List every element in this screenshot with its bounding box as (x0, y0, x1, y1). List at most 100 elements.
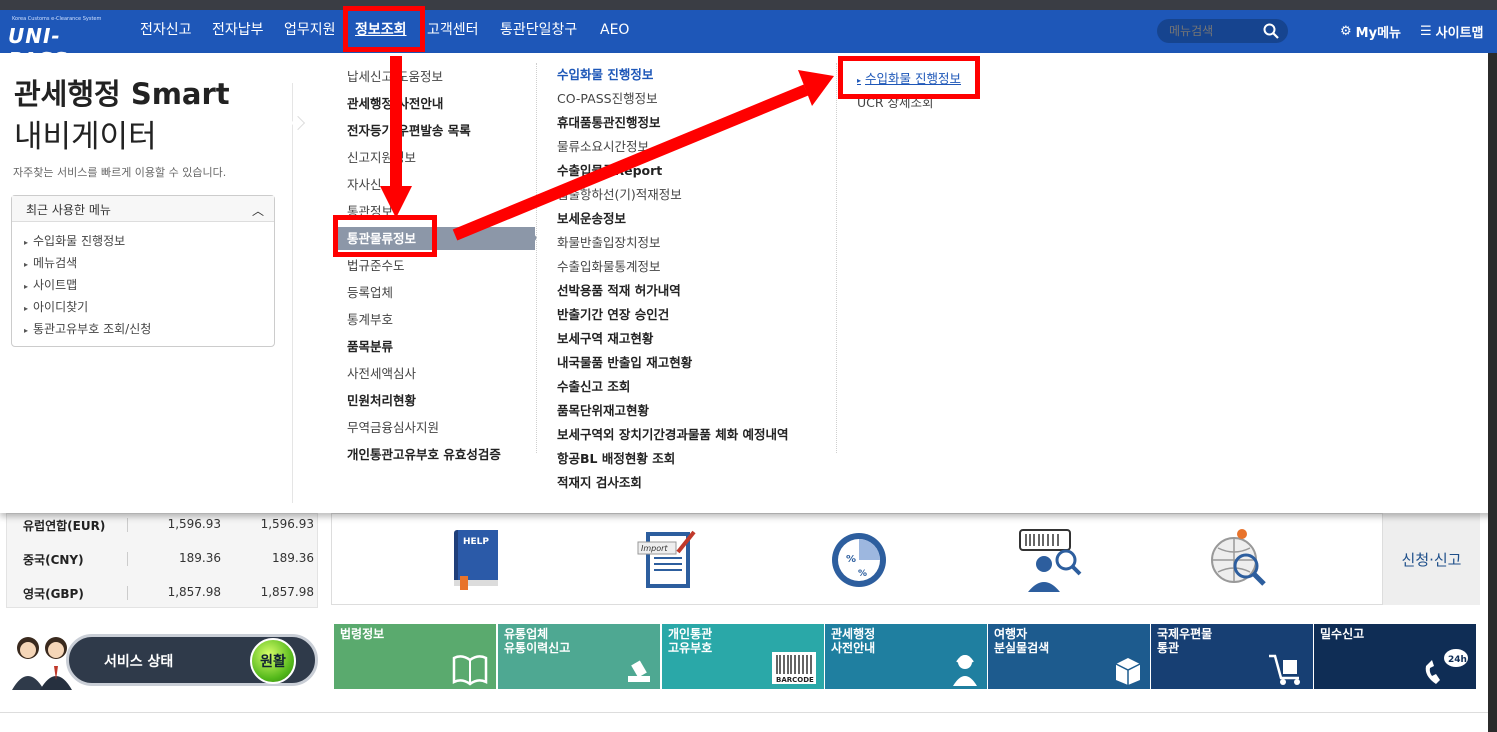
service-status-label: 서비스 상태 (104, 654, 174, 670)
my-menu-label: My메뉴 (1355, 26, 1401, 41)
gnb-e-declaration[interactable]: 전자신고 (140, 10, 192, 53)
quick-tile[interactable]: 관세행정 사전안내 (825, 624, 987, 689)
my-menu-button[interactable]: ⚙ My메뉴 (1340, 22, 1401, 41)
menu-item[interactable]: 통계부호 (347, 306, 501, 333)
submenu-item[interactable]: 반출기간 연장 승인건 (557, 303, 789, 327)
submenu-item[interactable]: 수입화물 진행정보 (557, 63, 789, 87)
svg-text:%: % (846, 554, 856, 565)
menu-item[interactable]: 전자등기 우편발송 목록 (347, 117, 501, 144)
gnb-customer-center[interactable]: 고객센터 (427, 10, 479, 53)
service-status-widget: 서비스 상태 원활 (6, 628, 318, 692)
navigator-title-bold: 관세행정 Smart (14, 77, 230, 111)
help-book-icon[interactable]: HELP (442, 522, 516, 596)
browser-top-strip (0, 0, 1497, 10)
currency-name: 영국(GBP) (23, 587, 84, 601)
gnb-business-support[interactable]: 업무지원 (284, 10, 336, 53)
table-row: 중국(CNY) 189.36 189.36 (7, 544, 319, 574)
rate-value: 189.36 (272, 551, 314, 565)
mega-dropdown-menu: 관세행정 Smart 내비게이터 자주찾는 서비스를 빠르게 이용할 수 있습니… (0, 53, 1497, 513)
recent-menu-box: 최근 사용한 메뉴 ︿ 수입화물 진행정보 메뉴검색 사이트맵 아이디찾기 통관… (11, 195, 275, 347)
quick-tile-label: 유통업체 유통이력신고 (504, 627, 571, 655)
recent-menu-item[interactable]: 수입화물 진행정보 (24, 230, 274, 252)
quick-tile-label: 국제우편물 통관 (1157, 627, 1213, 655)
gnb-aeo[interactable]: AEO (600, 10, 629, 53)
submenu-item[interactable]: 화물반출입장치정보 (557, 231, 789, 255)
recent-menu-title: 최근 사용한 메뉴 (26, 203, 111, 217)
submenu-item[interactable]: CO-PASS진행정보 (557, 87, 789, 111)
hamburger-icon: ☰ (1420, 24, 1432, 39)
submenu-item[interactable]: 휴대품통관진행정보 (557, 111, 789, 135)
submenu-item[interactable]: 보세운송정보 (557, 207, 789, 231)
quick-tile-label: 법령정보 (340, 627, 385, 641)
customs-officers-icon (12, 637, 72, 690)
rate-value: 1,857.98 (167, 585, 221, 599)
gnb-e-payment[interactable]: 전자납부 (212, 10, 264, 53)
logo-subtitle: Korea Customs e-Clearance System (12, 16, 102, 22)
submenu-item[interactable]: 보세구역 재고현황 (557, 327, 789, 351)
rate-value: 189.36 (179, 551, 221, 565)
svg-text:BARCODE: BARCODE (776, 676, 814, 684)
annotation-box (333, 215, 437, 257)
menu-column-2: 수입화물 진행정보 CO-PASS진행정보 휴대품통관진행정보 물류소요시간정보 수출입… (557, 63, 789, 495)
submenu-item[interactable]: 수출신고 조회 (557, 375, 789, 399)
annotation-box (343, 6, 425, 52)
submenu-item[interactable]: 수출입물류Report (557, 159, 789, 183)
percent-tax-icon[interactable]: % % (822, 522, 896, 596)
menu-item[interactable]: 품목분류 (347, 333, 501, 360)
barcode-search-person-icon[interactable] (1012, 522, 1086, 596)
submenu-item[interactable]: 물류소요시간정보 (557, 135, 789, 159)
submenu-item[interactable]: 내국물품 반출입 재고현황 (557, 351, 789, 375)
recent-menu-header[interactable]: 최근 사용한 메뉴 ︿ (12, 196, 274, 222)
menu-item[interactable]: 등록업체 (347, 279, 501, 306)
quick-tile[interactable]: 국제우편물 통관 (1151, 624, 1313, 689)
submenu-item[interactable]: 수출입화물통계정보 (557, 255, 789, 279)
menu-item[interactable]: 신고지원정보 (347, 144, 501, 171)
submenu-item[interactable]: 선박용품 적재 허가내역 (557, 279, 789, 303)
svg-text:Import: Import (641, 544, 668, 553)
menu-item[interactable]: 자사신 (347, 171, 501, 198)
quick-tile[interactable]: 유통업체 유통이력신고 (498, 624, 660, 689)
menu-item[interactable]: 사전세액심사 (347, 360, 501, 387)
import-document-icon[interactable]: Import (632, 522, 706, 596)
quick-tile-label: 관세행정 사전안내 (831, 627, 876, 655)
menu-item[interactable]: 무역금융심사지원 (347, 414, 501, 441)
menu-item[interactable]: 관세행정 사전안내 (347, 90, 501, 117)
menu-item[interactable]: 납세신고 도움정보 (347, 63, 501, 90)
quick-tile[interactable]: 밀수신고 24h (1314, 624, 1476, 689)
gnb-single-window[interactable]: 통관단일창구 (500, 10, 577, 53)
menu-search-input[interactable] (1169, 22, 1259, 40)
recent-menu-item[interactable]: 사이트맵 (24, 274, 274, 296)
scrollbar[interactable] (1488, 53, 1497, 732)
svg-text:24h: 24h (1448, 655, 1467, 665)
currency-name: 중국(CNY) (23, 553, 84, 567)
recent-menu-item[interactable]: 아이디찾기 (24, 296, 274, 318)
menu-item[interactable]: 개인통관고유부호 유효성검증 (347, 441, 501, 468)
quick-tile-label: 여행자 분실물검색 (994, 627, 1050, 655)
menu-item[interactable]: 민원처리현황 (347, 387, 501, 414)
currency-name: 유럽연합(EUR) (23, 519, 106, 533)
global-header: Korea Customs e-Clearance System UNI-PAS… (0, 10, 1497, 72)
quick-tile[interactable]: 여행자 분실물검색 (988, 624, 1150, 689)
recent-menu-item[interactable]: 메뉴검색 (24, 252, 274, 274)
table-row: 유럽연합(EUR) 1,596.93 1,596.93 (7, 510, 319, 540)
quick-icon-panel: HELP Import % % (331, 513, 1480, 605)
sitemap-button[interactable]: ☰ 사이트맵 (1420, 22, 1484, 41)
chevron-up-icon[interactable]: ︿ (252, 202, 264, 219)
submenu-item[interactable]: 적재지 검사조회 (557, 471, 789, 495)
submenu-item[interactable]: 항공BL 배정현황 조회 (557, 447, 789, 471)
submenu-item[interactable]: 품목단위재고현황 (557, 399, 789, 423)
quick-tile[interactable]: 개인통관 고유부호 BARCODE (662, 624, 824, 689)
unipass-logo[interactable]: Korea Customs e-Clearance System UNI-PAS… (8, 14, 108, 72)
menu-search-box (1157, 19, 1288, 43)
apply-declare-button[interactable]: 신청·신고 (1382, 513, 1480, 605)
rate-value: 1,857.98 (260, 585, 314, 599)
submenu-item[interactable]: 입출항하선(기)적재정보 (557, 183, 789, 207)
submenu-item[interactable]: 보세구역외 장치기간경과물품 체화 예정내역 (557, 423, 789, 447)
status-light-badge: 원활 (250, 638, 296, 684)
recent-menu-item[interactable]: 통관고유부호 조회/신청 (24, 318, 274, 340)
table-row: 영국(GBP) 1,857.98 1,857.98 (7, 578, 319, 608)
globe-search-icon[interactable] (1202, 522, 1276, 596)
navigator-description: 자주찾는 서비스를 빠르게 이용할 수 있습니다. (13, 166, 227, 179)
search-icon[interactable] (1262, 22, 1280, 40)
quick-tile[interactable]: 법령정보 (334, 624, 496, 689)
